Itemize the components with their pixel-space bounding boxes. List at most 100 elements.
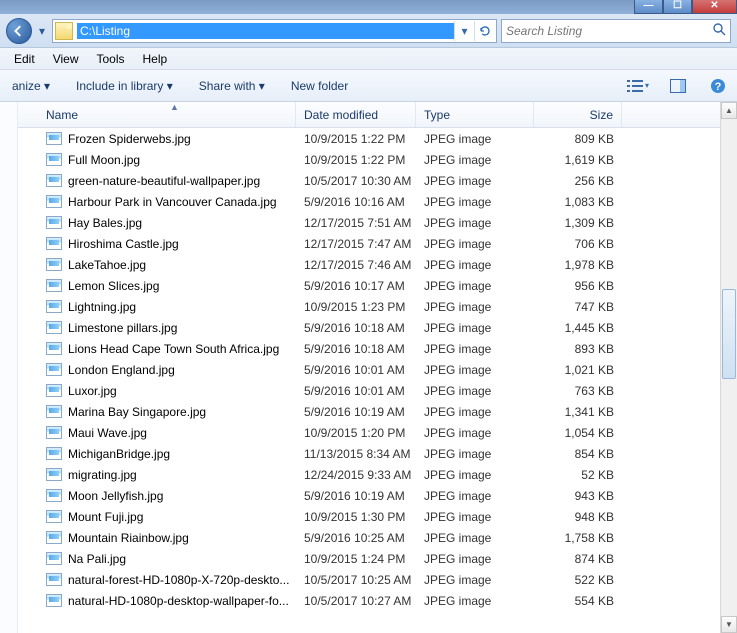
file-name: Mount Fuji.jpg: [68, 510, 143, 524]
nav-pane-edge[interactable]: [0, 102, 18, 633]
file-row[interactable]: migrating.jpg12/24/2015 9:33 AMJPEG imag…: [18, 464, 720, 485]
file-row[interactable]: Lightning.jpg10/9/2015 1:23 PMJPEG image…: [18, 296, 720, 317]
file-name: MichiganBridge.jpg: [68, 447, 170, 461]
file-size: 522 KB: [534, 573, 622, 587]
scroll-down-button[interactable]: ▼: [721, 616, 737, 633]
file-name: Hiroshima Castle.jpg: [68, 237, 179, 251]
nav-history-dropdown[interactable]: ▾: [36, 21, 48, 41]
file-date: 5/9/2016 10:17 AM: [296, 279, 416, 293]
file-name: natural-forest-HD-1080p-X-720p-deskto...: [68, 573, 289, 587]
file-row[interactable]: Lions Head Cape Town South Africa.jpg5/9…: [18, 338, 720, 359]
file-row[interactable]: Mountain Riainbow.jpg5/9/2016 10:25 AMJP…: [18, 527, 720, 548]
file-row[interactable]: Luxor.jpg5/9/2016 10:01 AMJPEG image763 …: [18, 380, 720, 401]
menu-edit[interactable]: Edit: [6, 50, 43, 68]
image-file-icon: [46, 300, 62, 313]
back-button[interactable]: [6, 18, 32, 44]
file-row[interactable]: Marina Bay Singapore.jpg5/9/2016 10:19 A…: [18, 401, 720, 422]
file-row[interactable]: natural-HD-1080p-desktop-wallpaper-fo...…: [18, 590, 720, 611]
file-row[interactable]: Harbour Park in Vancouver Canada.jpg5/9/…: [18, 191, 720, 212]
file-row[interactable]: Hay Bales.jpg12/17/2015 7:51 AMJPEG imag…: [18, 212, 720, 233]
column-size[interactable]: Size: [534, 102, 622, 127]
file-size: 763 KB: [534, 384, 622, 398]
scroll-track[interactable]: [721, 119, 737, 616]
file-name: Maui Wave.jpg: [68, 426, 147, 440]
file-name: Limestone pillars.jpg: [68, 321, 177, 335]
sort-indicator-icon: ▲: [170, 102, 179, 112]
scroll-up-button[interactable]: ▲: [721, 102, 737, 119]
search-icon[interactable]: [712, 22, 726, 39]
image-file-icon: [46, 195, 62, 208]
file-date: 10/5/2017 10:25 AM: [296, 573, 416, 587]
image-file-icon: [46, 321, 62, 334]
image-file-icon: [46, 552, 62, 565]
image-file-icon: [46, 447, 62, 460]
file-size: 854 KB: [534, 447, 622, 461]
refresh-button[interactable]: [474, 21, 494, 41]
file-date: 10/9/2015 1:20 PM: [296, 426, 416, 440]
menu-help[interactable]: Help: [135, 50, 176, 68]
image-file-icon: [46, 489, 62, 502]
file-row[interactable]: MichiganBridge.jpg11/13/2015 8:34 AMJPEG…: [18, 443, 720, 464]
scroll-thumb[interactable]: [722, 289, 736, 379]
file-type: JPEG image: [416, 426, 534, 440]
change-view-button[interactable]: ▾: [627, 75, 649, 97]
file-row[interactable]: Frozen Spiderwebs.jpg10/9/2015 1:22 PMJP…: [18, 128, 720, 149]
file-row[interactable]: Lemon Slices.jpg5/9/2016 10:17 AMJPEG im…: [18, 275, 720, 296]
file-row[interactable]: green-nature-beautiful-wallpaper.jpg10/5…: [18, 170, 720, 191]
file-date: 5/9/2016 10:18 AM: [296, 321, 416, 335]
file-date: 10/9/2015 1:23 PM: [296, 300, 416, 314]
file-row[interactable]: Maui Wave.jpg 10/9/2015 1:20 PMJPEG image…: [18, 422, 720, 443]
file-date: 12/17/2015 7:51 AM: [296, 216, 416, 230]
file-row[interactable]: Na Pali.jpg10/9/2015 1:24 PMJPEG image87…: [18, 548, 720, 569]
file-row[interactable]: Moon Jellyfish.jpg5/9/2016 10:19 AMJPEG …: [18, 485, 720, 506]
include-in-library-button[interactable]: Include in library ▾: [72, 76, 177, 96]
column-date-modified[interactable]: Date modified: [296, 102, 416, 127]
file-name: Mountain Riainbow.jpg: [68, 531, 189, 545]
refresh-icon: [479, 25, 491, 37]
search-input[interactable]: [506, 24, 712, 38]
file-name: Full Moon.jpg: [68, 153, 140, 167]
file-name: Moon Jellyfish.jpg: [68, 489, 163, 503]
file-size: 1,619 KB: [534, 153, 622, 167]
maximize-button[interactable]: ☐: [663, 0, 692, 14]
window-controls: — ☐ ✕: [634, 0, 737, 14]
address-bar[interactable]: C:\Listing ▾: [52, 19, 497, 43]
image-file-icon: [46, 573, 62, 586]
vertical-scrollbar[interactable]: ▲ ▼: [720, 102, 737, 633]
preview-pane-button[interactable]: [667, 75, 689, 97]
close-button[interactable]: ✕: [692, 0, 737, 14]
file-name: LakeTahoe.jpg: [68, 258, 146, 272]
share-with-button[interactable]: Share with ▾: [195, 76, 269, 96]
file-size: 256 KB: [534, 174, 622, 188]
file-row[interactable]: Limestone pillars.jpg5/9/2016 10:18 AMJP…: [18, 317, 720, 338]
help-button[interactable]: ?: [707, 75, 729, 97]
file-row[interactable]: natural-forest-HD-1080p-X-720p-deskto...…: [18, 569, 720, 590]
image-file-icon: [46, 510, 62, 523]
address-dropdown[interactable]: ▾: [454, 21, 474, 41]
new-folder-button[interactable]: New folder: [287, 76, 352, 96]
menu-bar: Edit View Tools Help: [0, 48, 737, 70]
column-name[interactable]: Name: [38, 102, 296, 127]
file-type: JPEG image: [416, 594, 534, 608]
organize-button[interactable]: anize ▾: [8, 76, 54, 96]
column-type[interactable]: Type: [416, 102, 534, 127]
file-row[interactable]: LakeTahoe.jpg12/17/2015 7:46 AMJPEG imag…: [18, 254, 720, 275]
file-name: Luxor.jpg: [68, 384, 117, 398]
file-date: 5/9/2016 10:25 AM: [296, 531, 416, 545]
svg-text:?: ?: [715, 81, 722, 93]
file-size: 1,341 KB: [534, 405, 622, 419]
file-size: 1,083 KB: [534, 195, 622, 209]
file-row[interactable]: Hiroshima Castle.jpg12/17/2015 7:47 AMJP…: [18, 233, 720, 254]
menu-tools[interactable]: Tools: [88, 50, 132, 68]
file-size: 554 KB: [534, 594, 622, 608]
file-type: JPEG image: [416, 384, 534, 398]
minimize-button[interactable]: —: [634, 0, 663, 14]
command-bar: anize ▾ Include in library ▾ Share with …: [0, 70, 737, 102]
search-box[interactable]: [501, 19, 731, 43]
menu-view[interactable]: View: [45, 50, 87, 68]
file-date: 5/9/2016 10:01 AM: [296, 363, 416, 377]
file-row[interactable]: London England.jpg5/9/2016 10:01 AMJPEG …: [18, 359, 720, 380]
address-path[interactable]: C:\Listing: [77, 23, 454, 39]
file-row[interactable]: Full Moon.jpg10/9/2015 1:22 PMJPEG image…: [18, 149, 720, 170]
file-row[interactable]: Mount Fuji.jpg10/9/2015 1:30 PMJPEG imag…: [18, 506, 720, 527]
